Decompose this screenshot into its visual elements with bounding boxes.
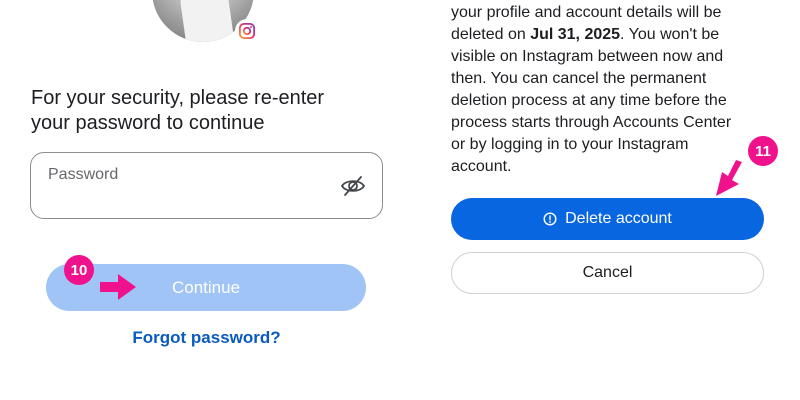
desc-line: process starts through Accounts Center [451,114,732,131]
desc-line: then. You can cancel the permanent [451,70,707,87]
eye-slash-icon[interactable] [340,173,366,199]
step-badge-10: 10 [64,255,94,285]
cancel-button[interactable]: Cancel [451,252,764,294]
desc-line: deletion process at any time before the [451,92,727,109]
arrow-down-left-icon [716,160,742,196]
heading-line-2: your password to continue [31,112,265,134]
desc-line: deleted on Jul 31, 2025. You won't be [451,24,771,46]
password-field-label: Password [48,166,119,183]
continue-button[interactable]: Continue [46,264,366,311]
info-circle-icon [543,212,557,226]
forgot-password-link[interactable]: Forgot password? [0,328,413,348]
instagram-icon [235,19,259,43]
continue-button-label: Continue [171,277,241,297]
delete-account-label: Delete account [565,210,672,227]
desc-line: visible on Instagram between now and [451,48,724,65]
desc-prefix: deleted on [451,26,531,43]
delete-account-button[interactable]: Delete account [451,198,764,240]
cancel-button-label: Cancel [582,264,633,281]
heading-line-1: For your security, please re-enter [31,87,325,109]
password-field[interactable]: Password [30,152,383,219]
arrow-right-icon [100,274,136,300]
password-input[interactable] [48,189,338,213]
step-badge-11: 11 [748,136,778,166]
page-title: For your security, please re-enter your … [31,86,381,136]
desc-suffix: . You won't be [620,26,720,43]
deletion-description: your profile and account details will be… [451,2,771,178]
desc-line: your profile and account details will be [451,4,722,21]
desc-line: or by logging in to your Instagram [451,136,689,153]
deletion-date: Jul 31, 2025 [530,26,621,43]
